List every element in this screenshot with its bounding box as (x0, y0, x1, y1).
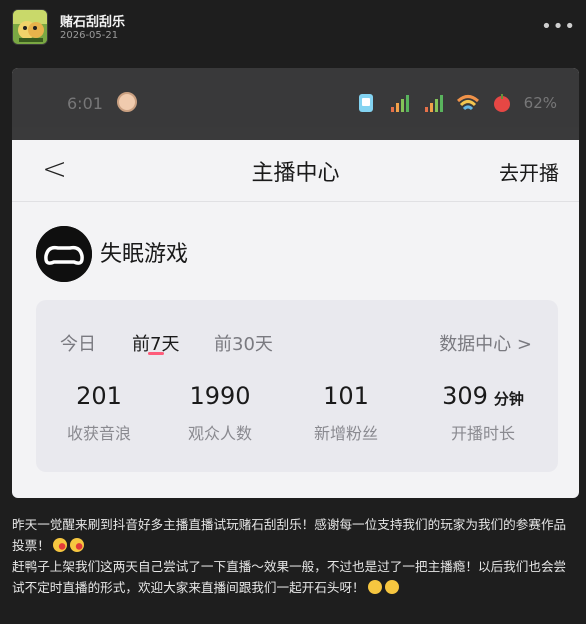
metric-value: 201 (76, 382, 122, 410)
metric-sound-waves[interactable]: 201 收获音浪 (44, 382, 154, 444)
post-header: 赌石刮刮乐 2026-05-21 ••• (10, 8, 576, 48)
battery-apple-icon (493, 94, 510, 112)
data-center-link[interactable]: 数据中心 > (439, 330, 532, 356)
more-options-icon[interactable]: ••• (541, 18, 576, 36)
post-caption: 昨天一觉醒来刷到抖音好多主播直播试玩赌石刮刮乐！感谢每一位支持我们的玩家为我们的… (12, 514, 574, 598)
caption-text-2: 赶鸭子上架我们这两天自己尝试了一下直播～效果一般，不过也是过了一把主播瘾！以后我… (12, 559, 567, 595)
metric-label: 观众人数 (187, 424, 252, 443)
channel-avatar[interactable] (36, 226, 92, 282)
metric-value: 101 (323, 382, 369, 410)
period-tabs: 今日 前7天 前30天 数据中心 > (60, 330, 538, 360)
channel-profile: 失眠游戏 (12, 202, 579, 302)
post-date: 2026-05-21 (60, 30, 119, 41)
embedded-screenshot[interactable]: 6:01 62% < 主播中心 去开播 失眠游戏 今日 前7天 前30天 数据中… (12, 68, 579, 498)
caption-text-1: 昨天一觉醒来刷到抖音好多主播直播试玩赌石刮刮乐！感谢每一位支持我们的玩家为我们的… (12, 517, 567, 553)
caption-paragraph-2: 赶鸭子上架我们这两天自己尝试了一下直播～效果一般，不过也是过了一把主播瘾！以后我… (12, 556, 574, 598)
nav-title: 主播中心 (251, 161, 340, 186)
wifi-icon (456, 95, 479, 111)
metric-value: 1990 (189, 382, 251, 410)
party-emoji-icon (367, 580, 382, 594)
stats-card: 今日 前7天 前30天 数据中心 > 201 收获音浪 1990 观众人数 10… (36, 300, 558, 472)
metric-new-followers[interactable]: 101 新增粉丝 (291, 382, 401, 444)
tab-7days[interactable]: 前7天 (132, 330, 179, 356)
status-time: 6:01 (67, 94, 103, 113)
signal-icon-2 (424, 95, 443, 112)
author-name[interactable]: 赌石刮刮乐 (60, 11, 125, 30)
metric-live-duration[interactable]: 309 分钟 开播时长 (421, 382, 545, 444)
battery-level: 62% (523, 94, 557, 112)
metric-label: 新增粉丝 (313, 424, 378, 443)
nav-bar: < 主播中心 去开播 (12, 140, 579, 202)
author-avatar[interactable] (12, 9, 48, 45)
phone-status-bar: 6:01 62% (12, 68, 579, 140)
kiss-emoji-icon (69, 538, 84, 552)
channel-name: 失眠游戏 (100, 242, 189, 267)
tab-today[interactable]: 今日 (60, 330, 96, 356)
metric-viewers[interactable]: 1990 观众人数 (165, 382, 275, 444)
party-emoji-icon (384, 580, 399, 594)
metric-value: 309 分钟 (442, 382, 524, 410)
author-avatar-image (13, 10, 47, 44)
status-icons: 62% (354, 90, 557, 116)
metric-unit: 分钟 (493, 390, 524, 408)
kiss-emoji-icon (52, 538, 67, 552)
device-icon (358, 94, 373, 112)
tab-30days[interactable]: 前30天 (214, 330, 273, 356)
metric-label: 开播时长 (450, 424, 515, 443)
active-tab-indicator (148, 352, 164, 355)
caption-paragraph-1: 昨天一觉醒来刷到抖音好多主播直播试玩赌石刮刮乐！感谢每一位支持我们的玩家为我们的… (12, 514, 574, 556)
go-live-button[interactable]: 去开播 (499, 157, 559, 186)
metric-label: 收获音浪 (66, 424, 131, 443)
status-avatar-icon (117, 92, 137, 112)
game-controller-icon (36, 226, 92, 282)
signal-icon (390, 95, 409, 112)
